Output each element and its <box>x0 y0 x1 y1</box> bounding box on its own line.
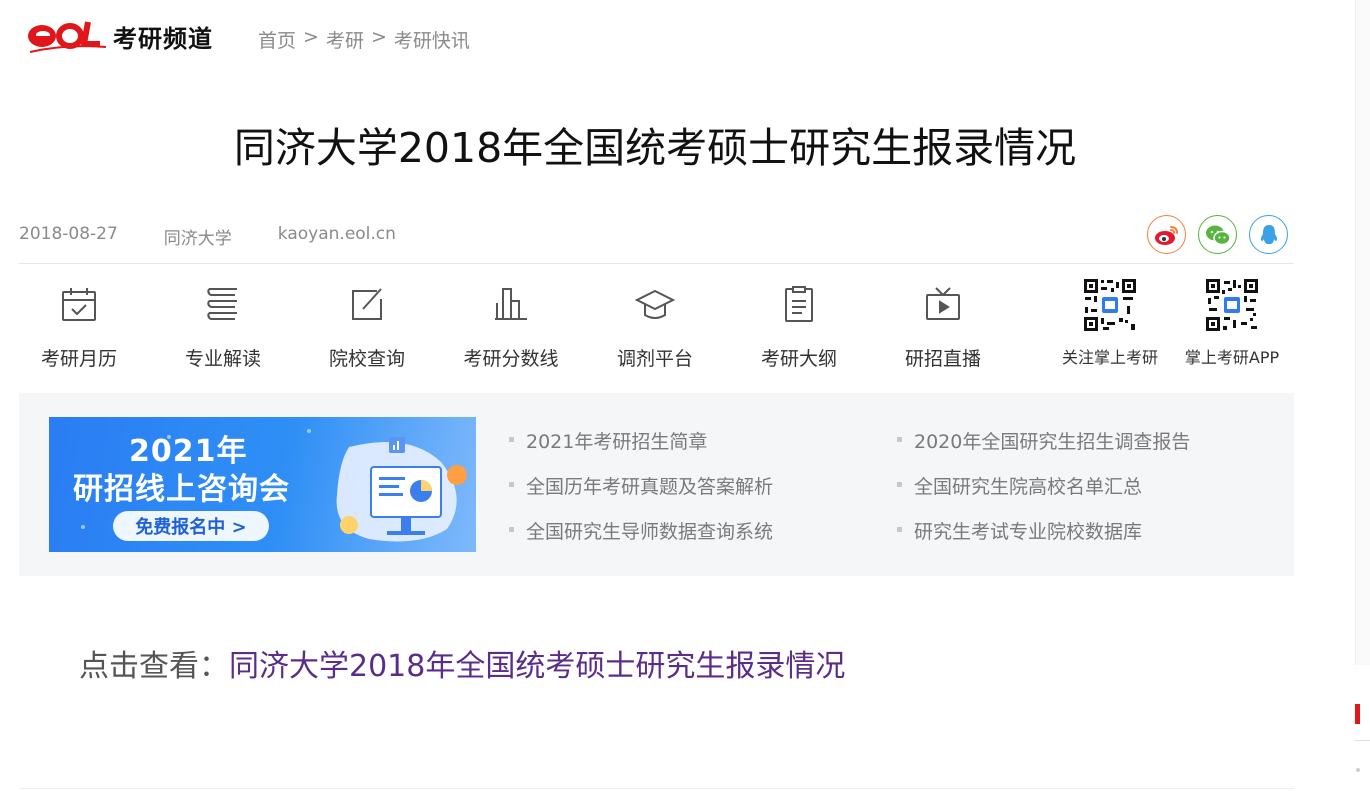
bullet-icon <box>509 437 514 442</box>
bullet-icon <box>897 437 902 442</box>
calendar-icon <box>62 288 96 321</box>
banner-subtitle: 研招线上咨询会 <box>73 472 290 507</box>
bullet-icon <box>509 482 514 487</box>
promo-link-text: 全国历年考研真题及答案解析 <box>526 476 774 498</box>
article-meta: 2018-08-27 同济大学 kaoyan.eol.cn <box>19 224 442 249</box>
bullet-icon <box>897 482 902 487</box>
tool-label: 研招直播 <box>904 348 981 370</box>
content-divider <box>19 788 1294 789</box>
tool-follow-qr[interactable]: 关注掌上考研 <box>1050 274 1170 368</box>
bullet-icon <box>509 527 514 532</box>
share-bar <box>1147 215 1288 254</box>
graduation-cap-icon <box>635 289 675 319</box>
scrollbar-track[interactable] <box>1355 0 1370 665</box>
side-divider <box>1355 740 1370 741</box>
tool-calendar[interactable]: 考研月历 <box>19 274 139 371</box>
share-qq-button[interactable] <box>1249 215 1288 254</box>
document-icon <box>785 286 813 322</box>
click-to-view: 点击查看：同济大学2018年全国统考硕士研究生报录情况 <box>79 641 845 685</box>
qr-code-icon <box>1083 278 1137 332</box>
tool-label: 关注掌上考研 <box>1061 348 1158 367</box>
tool-label: 考研分数线 <box>463 348 559 370</box>
side-dot <box>1356 768 1360 772</box>
quick-tools: 考研月历 专业解读 院校查询 考研分数线 调剂平台 考研大纲 研招直播 关注掌上… <box>0 274 1300 374</box>
meta-divider <box>19 263 1294 264</box>
breadcrumb-kaoyan[interactable]: 考研 <box>326 26 364 53</box>
side-marker <box>1355 704 1360 724</box>
tool-adjust[interactable]: 调剂平台 <box>595 274 715 371</box>
breadcrumb: 首页 > 考研 > 考研快讯 <box>258 26 470 53</box>
promo-link[interactable]: 2020年全国研究生招生调查报告 <box>897 427 1190 454</box>
article-site: kaoyan.eol.cn <box>277 224 396 244</box>
breadcrumb-separator: > <box>303 26 319 48</box>
tool-live[interactable]: 研招直播 <box>883 274 1003 371</box>
tool-label: 考研月历 <box>40 348 117 370</box>
weibo-icon <box>1154 225 1178 245</box>
site-header: 考研频道 <box>26 14 213 58</box>
article-source: 同济大学 <box>163 229 232 249</box>
promo-link[interactable]: 研究生考试专业院校数据库 <box>897 517 1142 544</box>
edit-icon <box>352 288 382 320</box>
layers-icon <box>207 288 237 320</box>
share-weibo-button[interactable] <box>1147 215 1186 254</box>
banner-signup-button[interactable]: 免费报名中 > <box>113 511 269 541</box>
tool-syllabus[interactable]: 考研大纲 <box>739 274 859 371</box>
promo-link-text: 全国研究生导师数据查询系统 <box>526 521 774 543</box>
promo-link[interactable]: 全国历年考研真题及答案解析 <box>509 472 773 499</box>
click-view-prefix: 点击查看： <box>79 649 229 684</box>
tool-school-search[interactable]: 院校查询 <box>307 274 427 371</box>
qq-icon <box>1260 224 1277 244</box>
article-date: 2018-08-27 <box>19 224 118 244</box>
tv-icon <box>926 287 960 320</box>
tool-label: 考研大纲 <box>760 348 837 370</box>
article-title: 同济大学2018年全国统考硕士研究生报录情况 <box>233 124 1077 172</box>
promo-link-text: 研究生考试专业院校数据库 <box>914 521 1143 543</box>
wechat-icon <box>1205 225 1231 245</box>
promo-link[interactable]: 全国研究生导师数据查询系统 <box>509 517 773 544</box>
click-view-link[interactable]: 同济大学2018年全国统考硕士研究生报录情况 <box>229 649 845 684</box>
promo-link[interactable]: 全国研究生院高校名单汇总 <box>897 472 1142 499</box>
tool-label: 掌上考研APP <box>1184 348 1280 367</box>
eol-logo[interactable] <box>26 14 110 58</box>
tool-label: 专业解读 <box>184 348 261 370</box>
promo-link[interactable]: 2021年考研招生简章 <box>509 427 707 454</box>
tool-major[interactable]: 专业解读 <box>163 274 283 371</box>
promo-link-text: 2020年全国研究生招生调查报告 <box>914 431 1191 453</box>
promo-banner[interactable]: 2021年 研招线上咨询会 免费报名中 > <box>49 417 476 552</box>
promo-section: 2021年 研招线上咨询会 免费报名中 > 2021年考研招生简章 2020年全… <box>19 393 1294 576</box>
promo-link-text: 全国研究生院高校名单汇总 <box>914 476 1143 498</box>
bullet-icon <box>897 527 902 532</box>
bar-chart-icon <box>495 288 527 320</box>
promo-link-text: 2021年考研招生简章 <box>526 431 708 453</box>
qr-code-icon <box>1205 278 1259 332</box>
breadcrumb-separator: > <box>370 26 387 48</box>
channel-title[interactable]: 考研频道 <box>113 19 213 54</box>
breadcrumb-home[interactable]: 首页 <box>258 26 296 53</box>
share-wechat-button[interactable] <box>1198 215 1237 254</box>
breadcrumb-news[interactable]: 考研快讯 <box>394 26 470 53</box>
tool-label: 院校查询 <box>328 348 405 370</box>
tool-app-qr[interactable]: 掌上考研APP <box>1172 274 1292 368</box>
tool-label: 调剂平台 <box>616 348 693 370</box>
tool-score-line[interactable]: 考研分数线 <box>451 274 571 371</box>
